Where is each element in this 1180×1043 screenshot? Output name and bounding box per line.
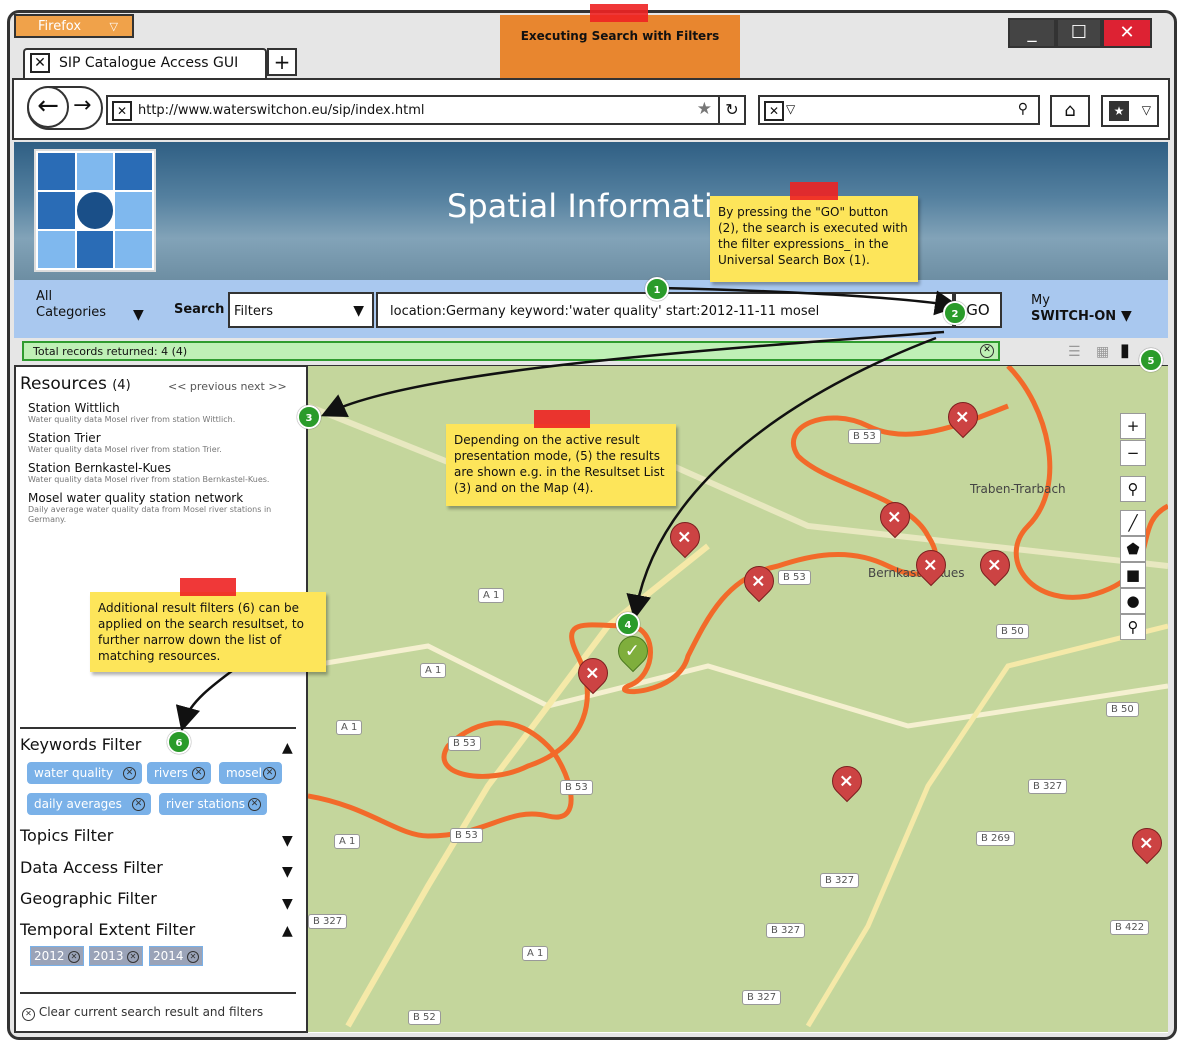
badge-3: 3 (297, 405, 321, 429)
annotation-arrows (175, 286, 960, 732)
badge-6: 6 (167, 730, 191, 754)
badge-1: 1 (645, 277, 669, 301)
badge-5: 5 (1139, 348, 1163, 372)
sticky-note-filters: Additional result filters (6) can be app… (90, 592, 326, 672)
badge-2: 2 (943, 301, 967, 325)
badge-4: 4 (616, 612, 640, 636)
sticky-note-results: Depending on the active result presentat… (446, 424, 676, 506)
tape-decoration (180, 578, 236, 596)
sticky-note-go: By pressing the "GO" button (2), the sea… (710, 196, 918, 282)
tape-decoration (790, 182, 838, 200)
tape-decoration (534, 410, 590, 428)
